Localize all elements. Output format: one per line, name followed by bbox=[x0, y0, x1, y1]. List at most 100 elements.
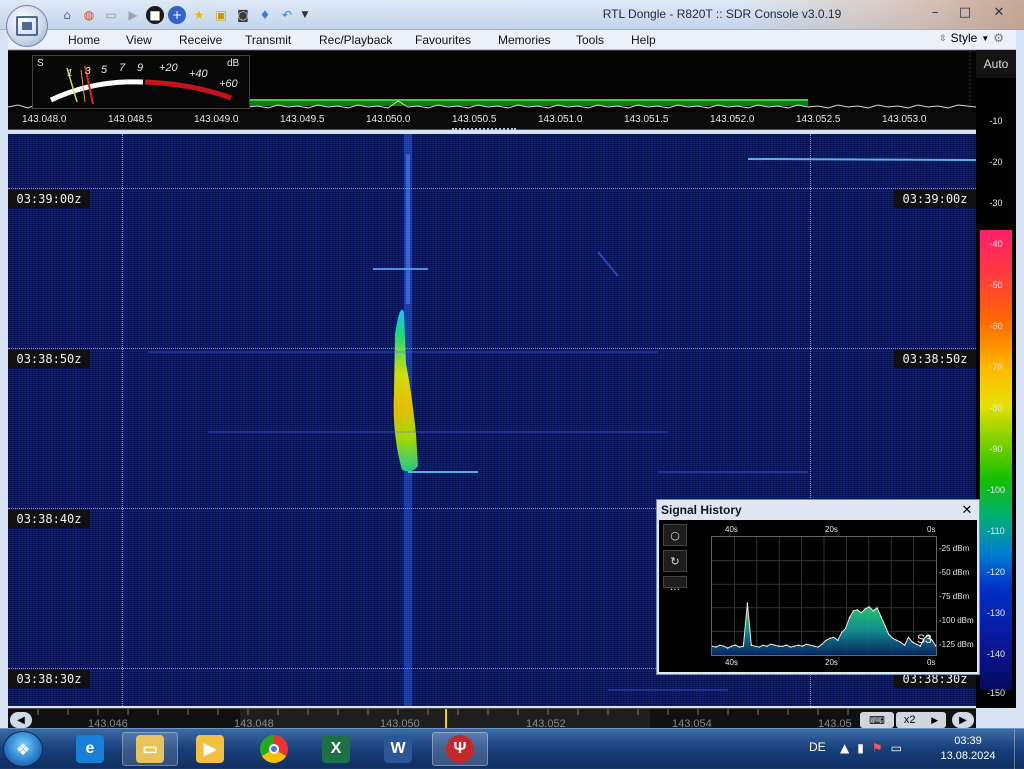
style-label: Style bbox=[950, 31, 978, 45]
record-toggle-button[interactable]: ○ bbox=[663, 524, 687, 546]
taskbar-excel[interactable]: X bbox=[308, 732, 364, 766]
signal-history-close-button[interactable]: ✕ bbox=[959, 502, 975, 518]
signal-point bbox=[758, 646, 760, 648]
app-menu-button[interactable] bbox=[6, 5, 48, 47]
signal-point bbox=[907, 636, 910, 638]
keyboard-icon: ⌨ bbox=[869, 713, 885, 727]
signal-point bbox=[742, 645, 744, 647]
system-tray: ▲ ▮ ⚑ ▭ bbox=[840, 741, 902, 755]
signal-point bbox=[766, 645, 768, 647]
signal-point bbox=[911, 641, 913, 643]
signal-point bbox=[821, 643, 823, 645]
grid-line bbox=[122, 134, 123, 706]
scroll-right-button[interactable]: ▶ bbox=[952, 712, 974, 728]
scroll-left-button[interactable]: ◀ bbox=[10, 712, 32, 728]
style-menu[interactable]: ⇳ Style ▼ ⚙ bbox=[939, 31, 1004, 45]
word-icon: W bbox=[384, 735, 412, 763]
window-controls: – □ ✕ bbox=[922, 2, 1016, 22]
signal-point bbox=[833, 636, 835, 638]
signal-point bbox=[848, 617, 851, 619]
auto-button[interactable]: Auto bbox=[976, 50, 1016, 78]
s-scale-5: 5 bbox=[101, 64, 108, 76]
menu-receive[interactable]: Receive bbox=[179, 33, 222, 47]
y-label: -75 dBm bbox=[939, 592, 970, 601]
menu-tools[interactable]: Tools bbox=[576, 33, 604, 47]
media-icon: ▶ bbox=[196, 735, 224, 763]
more-button[interactable]: ··· bbox=[663, 578, 687, 600]
signal-point bbox=[841, 631, 843, 633]
window-title: RTL Dongle - R820T :: SDR Console v3.0.1… bbox=[602, 7, 842, 21]
signal-history-title: Signal History bbox=[661, 503, 742, 517]
signal-point bbox=[801, 645, 803, 647]
color-scale-label: -80 bbox=[989, 403, 1003, 413]
taskbar-ie[interactable]: e bbox=[62, 732, 118, 766]
menu-transmit[interactable]: Transmit bbox=[245, 33, 291, 47]
tray-expand-icon[interactable]: ▲ bbox=[840, 741, 849, 755]
menu-rec-playback[interactable]: Rec/Playback bbox=[319, 33, 392, 47]
taskbar-sdr-console[interactable]: Ψ bbox=[432, 732, 488, 766]
signal-point bbox=[754, 645, 756, 647]
gear-icon[interactable]: ⚙ bbox=[993, 31, 1004, 45]
signal-point bbox=[778, 645, 780, 647]
s-plus-40: +40 bbox=[189, 68, 208, 80]
signal-point bbox=[731, 645, 733, 647]
taskbar-media[interactable]: ▶ bbox=[182, 732, 238, 766]
close-button[interactable]: ✕ bbox=[982, 2, 1016, 22]
tray-flag-icon[interactable]: ⚑ bbox=[872, 741, 883, 755]
zoom-selector[interactable]: x2 ▶ bbox=[896, 712, 946, 728]
x-label-bottom: 20s bbox=[825, 658, 838, 667]
signal-point bbox=[896, 639, 898, 641]
taskbar-chrome[interactable] bbox=[246, 732, 302, 766]
y-label: -125 dBm bbox=[939, 640, 974, 649]
maximize-button[interactable]: □ bbox=[952, 2, 978, 22]
splitter-handle[interactable] bbox=[452, 128, 516, 132]
signal-history-body: ○ ↻ ··· 40s 20s 0s 40s 20s 0s -25 dBm -5… bbox=[659, 520, 977, 672]
color-scale-label: -110 bbox=[987, 526, 1005, 536]
spectrum-display[interactable]: S 1 3 5 7 9 +20 +40 +60 dB bbox=[8, 50, 976, 113]
reset-button[interactable]: ↻ bbox=[663, 550, 687, 572]
band-label: 143.046 bbox=[88, 718, 128, 728]
x-label-top: 0s bbox=[927, 525, 936, 534]
signal-point bbox=[727, 647, 729, 649]
tray-device-icon[interactable]: ▮ bbox=[857, 741, 864, 755]
s-label: S bbox=[37, 58, 44, 69]
taskbar: ❖ e ▭ ▶ X W Ψ DE ▲ ▮ ⚑ ▭ 03:39 13.08.202… bbox=[0, 728, 1024, 769]
menu-view[interactable]: View bbox=[126, 33, 152, 47]
color-scale[interactable]: -10 -20 -30 -40 -50 -60 -70 -80 -90 -100… bbox=[976, 78, 1016, 708]
timestamp-label: 03:39:00z bbox=[894, 190, 976, 208]
signal-point bbox=[805, 643, 807, 645]
menu-memories[interactable]: Memories bbox=[498, 33, 551, 47]
minimize-button[interactable]: – bbox=[922, 2, 948, 22]
s-reading: S3 bbox=[917, 632, 932, 646]
signal-point bbox=[825, 639, 827, 641]
band-label: 143.05 bbox=[818, 718, 852, 728]
grid-line bbox=[8, 188, 976, 189]
color-scale-label: -20 bbox=[989, 157, 1003, 167]
color-scale-label: -10 bbox=[989, 116, 1003, 126]
signal-point bbox=[782, 645, 784, 647]
taskbar-word[interactable]: W bbox=[370, 732, 426, 766]
y-label: -50 dBm bbox=[939, 568, 970, 577]
menu-help[interactable]: Help bbox=[631, 33, 656, 47]
taskbar-explorer[interactable]: ▭ bbox=[122, 732, 178, 766]
grid-line bbox=[8, 348, 976, 349]
signal-point bbox=[774, 644, 776, 646]
show-desktop-button[interactable] bbox=[1014, 729, 1024, 769]
system-clock[interactable]: 03:39 13.08.2024 bbox=[938, 734, 998, 764]
color-scale-label: -40 bbox=[989, 239, 1003, 249]
language-indicator[interactable]: DE bbox=[809, 740, 826, 754]
signal-point bbox=[904, 644, 906, 646]
band-scroller[interactable]: 143.046 143.048 143.050 143.052 143.054 … bbox=[8, 708, 976, 728]
freq-tick: 143.048.5 bbox=[108, 114, 153, 125]
freq-tick: 143.048.0 bbox=[22, 114, 67, 125]
tray-network-icon[interactable]: ▭ bbox=[891, 741, 902, 755]
freq-tick: 143.050.0 bbox=[366, 114, 411, 125]
signal-point bbox=[738, 646, 741, 648]
start-button[interactable]: ❖ bbox=[3, 731, 43, 767]
freq-tick: 143.049.5 bbox=[280, 114, 325, 125]
keyboard-button[interactable]: ⌨ bbox=[860, 712, 894, 728]
menu-favourites[interactable]: Favourites bbox=[415, 33, 471, 47]
menu-home[interactable]: Home bbox=[68, 33, 100, 47]
signal-point bbox=[793, 645, 796, 647]
freq-tick: 143.051.0 bbox=[538, 114, 583, 125]
